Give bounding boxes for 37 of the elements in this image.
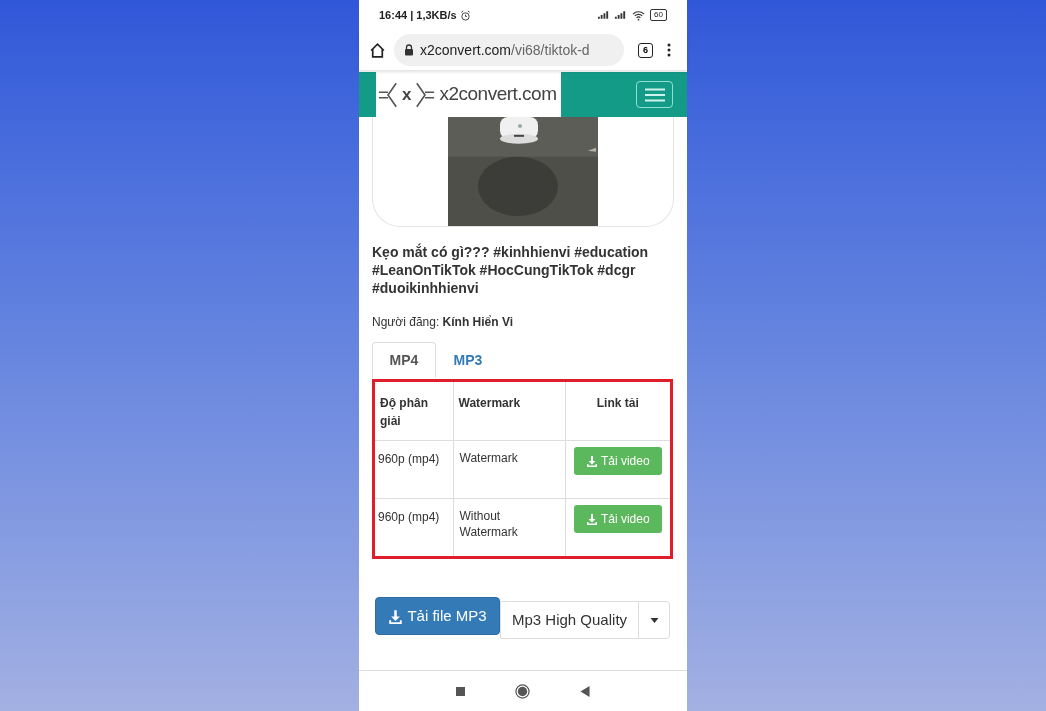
video-title: Kẹo mắt có gì??? #kinhhienvi #education #LeanOnTikTok #HocCungTikTok #dcgr #duoikinhhienvi [372,243,650,297]
table-cell: 960p (mp4) [375,498,453,556]
table-cell: Without Watermark [453,498,565,556]
battery-icon: 60 [650,9,667,21]
caret-icon [649,617,659,623]
quality-select[interactable]: Mp3 High Quality [500,601,671,639]
table-cell: 960p (mp4) [375,440,453,498]
url-text: x2convert.com/vi68/tiktok-d [420,40,590,60]
format-tab[interactable]: MP4 [372,342,436,378]
back-icon[interactable] [580,685,590,697]
home-icon[interactable] [369,41,386,59]
logo-text: x2convert.com [439,82,557,107]
lock-icon [404,44,414,56]
download-icon [388,608,404,624]
download-mp3-button[interactable]: Tải file MP3 [375,597,500,635]
more-menu-icon[interactable] [667,43,671,57]
menu-icon [644,87,665,102]
recent-apps-icon[interactable] [456,686,465,696]
wifi-icon [632,9,646,21]
menu-button[interactable] [636,81,673,108]
signal-icon [614,10,628,20]
alarm-clock-icon [459,9,471,21]
column-header: Link tải [565,382,670,440]
download-icon [585,512,598,525]
logo[interactable]: x x2convert.com [376,72,561,117]
author-line: Người đăng: Kính Hiển Vi [372,314,515,331]
tab-count-button[interactable]: 6 [638,42,653,58]
format-tab[interactable]: MP3 [436,342,500,378]
logo-mark: x [402,83,412,106]
column-header: Watermark [453,382,565,440]
table-cell: Watermark [453,440,565,498]
home-icon[interactable] [515,683,530,699]
status-time: 16:44 | 1,3KB/s [379,7,457,23]
download-icon [585,454,598,467]
column-header: Độ phân giải [375,382,453,440]
address-bar[interactable]: x2convert.com/vi68/tiktok-d [394,34,624,66]
signal-icon [597,10,611,20]
